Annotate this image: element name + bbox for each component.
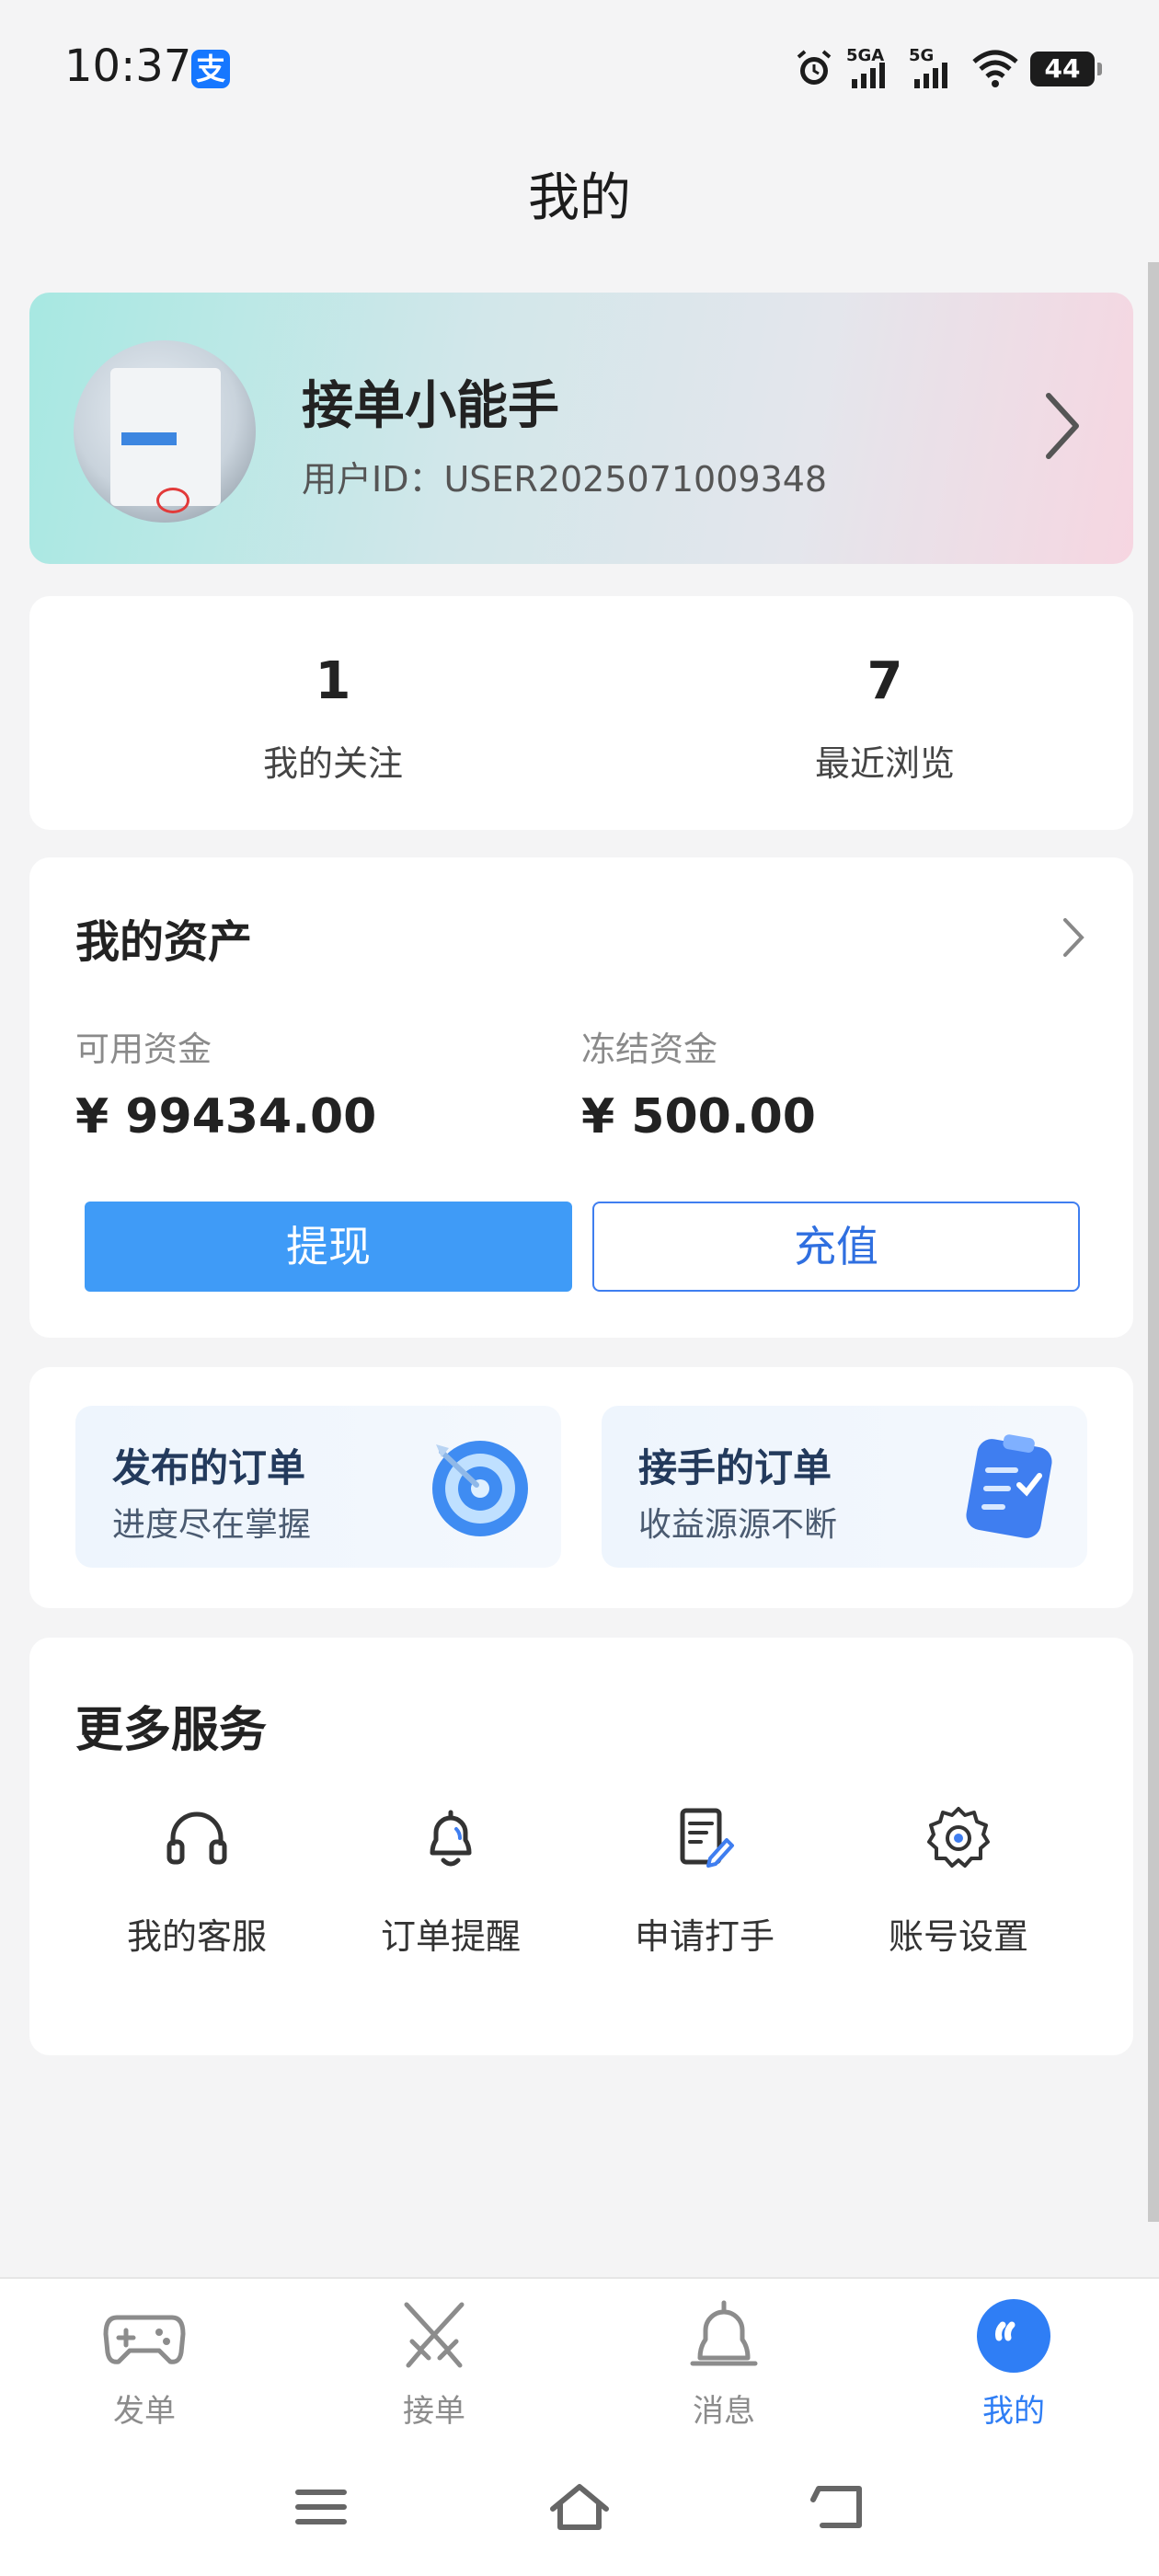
services-card: 更多服务 我的客服 订单提醒 申请打手 账号设置 [29,1638,1133,2055]
scrollbar[interactable] [1148,262,1159,2222]
stat-value: 7 [866,651,903,711]
order-title: 接手的订单 [638,1445,832,1490]
accepted-orders-button[interactable]: 接手的订单 收益源源不断 [602,1406,1087,1568]
clipboard-icon [966,1434,1052,1538]
bottom-nav: 发单 接单 消息 我的 [0,2277,1159,2435]
alarm-icon [797,50,832,85]
services-title: 更多服务 [75,1703,268,1758]
withdraw-button[interactable]: 提现 [85,1202,572,1292]
order-subtitle: 收益源源不断 [638,1506,838,1544]
tab-label: 我的 [982,2393,1045,2430]
tab-me[interactable]: 我的 [922,2297,1106,2431]
home-icon[interactable] [547,2479,612,2535]
frozen-funds-label: 冻结资金 [581,1029,717,1069]
stat-label: 最近浏览 [814,743,955,784]
tab-take-order[interactable]: 接单 [342,2297,526,2431]
target-icon [432,1441,528,1536]
signal-5g-icon: 5G [909,46,960,90]
order-subtitle: 进度尽在掌握 [112,1506,312,1544]
alipay-notification-icon: 支 [191,50,230,88]
available-funds-value: ¥ 99434.00 [75,1089,377,1144]
chat-bubble-icon [977,2299,1050,2373]
bell-icon [430,1810,472,1867]
service-apply-booster[interactable]: 申请打手 [578,1803,832,1959]
edit-document-icon [680,1808,734,1868]
username: 接单小能手 [302,376,559,436]
gamepad-icon [103,2315,186,2364]
stat-label: 我的关注 [262,743,403,784]
stat-following[interactable]: 1 我的关注 [149,651,517,786]
service-account-settings[interactable]: 账号设置 [832,1803,1085,1959]
tab-post-order[interactable]: 发单 [52,2297,236,2431]
published-orders-button[interactable]: 发布的订单 进度尽在掌握 [75,1406,561,1568]
profile-card[interactable]: 接单小能手 用户ID：USER2025071009348 [29,293,1133,564]
chevron-right-icon[interactable] [1060,914,1087,960]
chevron-right-icon[interactable] [1034,385,1089,467]
stat-value: 1 [315,651,351,711]
service-label: 申请打手 [634,1916,775,1957]
service-label: 账号设置 [888,1916,1028,1957]
crossed-swords-icon [404,2302,465,2368]
menu-icon[interactable] [289,2479,353,2535]
order-title: 发布的订单 [112,1445,306,1490]
available-funds-label: 可用资金 [75,1029,212,1069]
recharge-button[interactable]: 充值 [592,1202,1080,1292]
wifi-icon [972,50,1018,87]
avatar[interactable] [74,340,256,523]
status-icons: 5GA 5G 44 [793,46,1102,92]
service-customer-support[interactable]: 我的客服 [70,1803,324,1959]
tab-label: 消息 [693,2393,755,2430]
frozen-funds-value: ¥ 500.00 [581,1089,816,1144]
service-order-reminder[interactable]: 订单提醒 [324,1803,578,1959]
stat-recent-views[interactable]: 7 最近浏览 [701,651,1069,786]
status-bar: 10:37 支 5GA 5G 44 [0,0,1159,138]
assets-card: 我的资产 可用资金 ¥ 99434.00 冻结资金 ¥ 500.00 提现 充值 [29,857,1133,1338]
assets-title: 我的资产 [75,916,253,968]
status-time: 10:37 [64,40,192,92]
service-label: 我的客服 [126,1916,267,1957]
user-id: 用户ID：USER2025071009348 [302,459,828,500]
tab-label: 接单 [403,2393,465,2430]
bell-icon [690,2300,758,2366]
page-title: 我的 [528,168,631,228]
signal-5ga-icon: 5GA [846,46,898,90]
battery-icon: 44 [1030,52,1102,86]
system-nav-bar [0,2433,1159,2576]
tab-messages[interactable]: 消息 [632,2297,816,2431]
headset-icon [166,1811,227,1865]
gear-icon [927,1807,990,1868]
stats-card: 1 我的关注 7 最近浏览 [29,596,1133,830]
orders-card: 发布的订单 进度尽在掌握 接手的订单 收益源源不断 [29,1367,1133,1608]
back-icon[interactable] [806,2479,870,2535]
tab-label: 发单 [113,2393,176,2430]
service-label: 订单提醒 [380,1916,521,1957]
